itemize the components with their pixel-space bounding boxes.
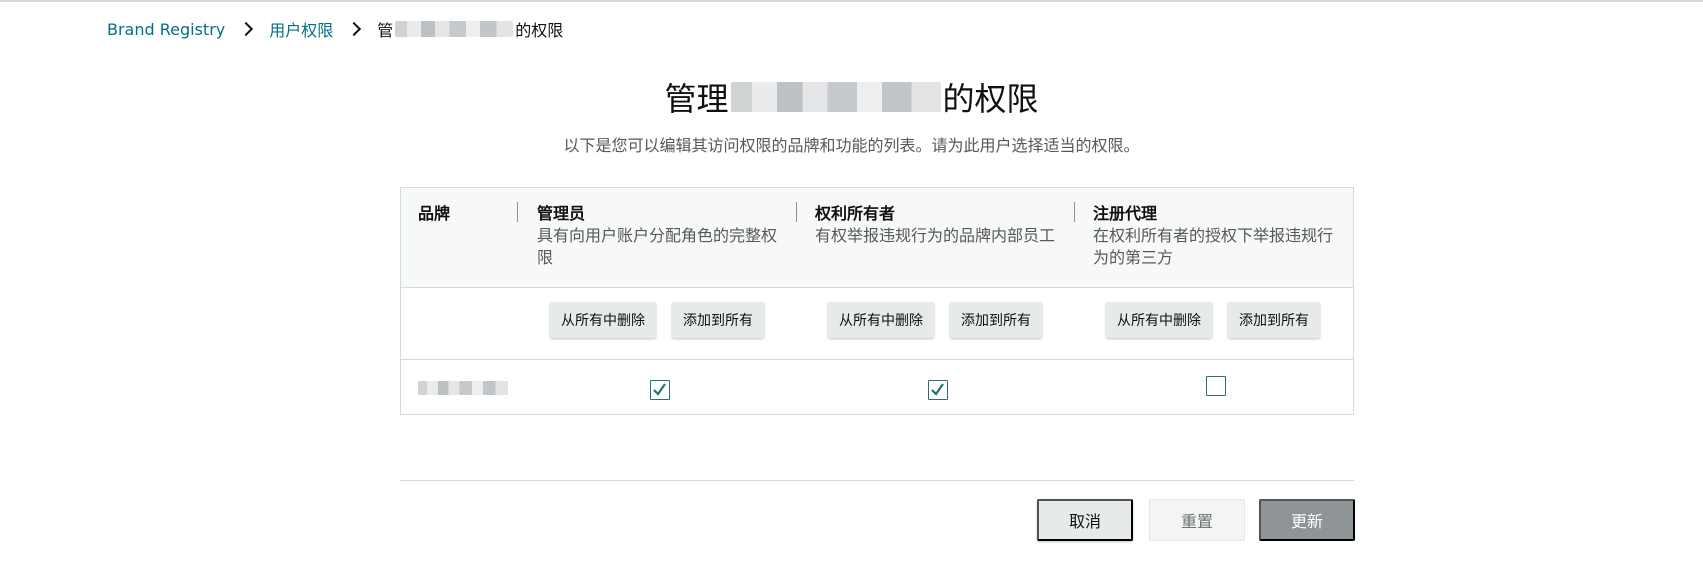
redacted-brand-name — [418, 381, 508, 395]
rights-owner-checkbox[interactable] — [928, 380, 948, 400]
breadcrumb-current-suffix: 的权限 — [515, 21, 564, 40]
bulk-actions-row: 从所有中删除 添加到所有 从所有中删除 添加到所有 从所有中删除 添加到所有 — [401, 288, 1353, 360]
column-separator — [1074, 202, 1075, 222]
update-button[interactable]: 更新 — [1259, 499, 1355, 541]
registered-agent-add-all-button[interactable]: 添加到所有 — [1228, 302, 1320, 338]
breadcrumb-current-prefix: 管 — [377, 21, 394, 40]
admin-column-header: 管理员 具有向用户账户分配角色的完整权 限 — [537, 203, 782, 269]
admin-role-desc: 具有向用户账户分配角色的完整权 — [537, 226, 778, 245]
admin-add-all-button[interactable]: 添加到所有 — [672, 302, 764, 338]
breadcrumb-current: 管 的权限 — [377, 17, 563, 41]
registered-agent-remove-all-button[interactable]: 从所有中删除 — [1106, 302, 1212, 338]
admin-role-desc-cont: 限 — [537, 248, 554, 267]
registered-agent-role-name: 注册代理 — [1093, 204, 1158, 223]
breadcrumb-user-permissions[interactable]: 用户权限 — [269, 17, 333, 41]
rights-owner-role-desc: 有权举报违规行为的品牌内部员工 — [815, 226, 1056, 245]
top-border — [0, 0, 1703, 2]
registered-agent-role-desc: 在权利所有者的授权下举报违规行 — [1093, 226, 1334, 245]
chevron-right-icon — [347, 21, 362, 37]
rights-owner-role-name: 权利所有者 — [815, 204, 896, 223]
rights-owner-column-header: 权利所有者 有权举报违规行为的品牌内部员工 — [815, 203, 1060, 247]
rights-owner-add-all-button[interactable]: 添加到所有 — [950, 302, 1042, 338]
cancel-button[interactable]: 取消 — [1037, 499, 1133, 541]
footer-divider — [400, 480, 1354, 481]
permissions-table: 品牌 管理员 具有向用户账户分配角色的完整权 限 权利所有者 有权举报违规行为的… — [400, 187, 1354, 415]
brand-header-label: 品牌 — [418, 204, 451, 223]
checkmark-icon — [931, 383, 944, 396]
page-subtitle: 以下是您可以编辑其访问权限的品牌和功能的列表。请为此用户选择适当的权限。 — [563, 136, 1140, 155]
column-separator — [517, 202, 518, 222]
rights-owner-remove-all-button[interactable]: 从所有中删除 — [828, 302, 934, 338]
brand-column-header: 品牌 — [418, 203, 450, 225]
admin-role-name: 管理员 — [537, 204, 586, 223]
breadcrumb: Brand Registry 用户权限 管 的权限 — [107, 17, 563, 41]
checkmark-icon — [653, 383, 666, 396]
page-title: 管理 的权限 — [0, 74, 1703, 120]
redacted-user-name — [395, 21, 514, 37]
registered-agent-role-desc-cont: 为的第三方 — [1093, 248, 1174, 267]
page-title-prefix: 管理 — [664, 80, 729, 118]
breadcrumb-brand-registry[interactable]: Brand Registry — [107, 20, 225, 39]
registered-agent-column-header: 注册代理 在权利所有者的授权下举报违规行 为的第三方 — [1093, 203, 1343, 269]
table-row — [401, 360, 1353, 414]
registered-agent-checkbox[interactable] — [1206, 376, 1226, 396]
reset-button[interactable]: 重置 — [1149, 499, 1245, 541]
redacted-user-name — [730, 82, 941, 112]
admin-checkbox[interactable] — [650, 380, 670, 400]
admin-remove-all-button[interactable]: 从所有中删除 — [550, 302, 656, 338]
page-title-suffix: 的权限 — [942, 80, 1039, 118]
column-separator — [796, 202, 797, 222]
chevron-right-icon — [239, 21, 254, 37]
table-header: 品牌 管理员 具有向用户账户分配角色的完整权 限 权利所有者 有权举报违规行为的… — [401, 188, 1353, 288]
